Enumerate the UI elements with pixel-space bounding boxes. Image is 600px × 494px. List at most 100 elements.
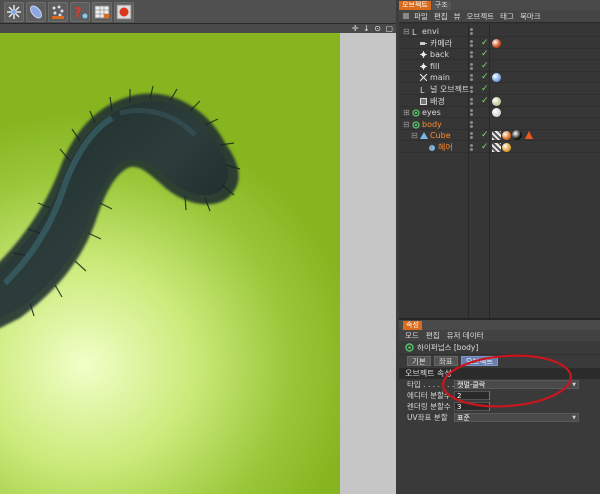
object-row-5[interactable]: main ✓: [399, 72, 600, 84]
menu-user-data[interactable]: 유저 데이터: [447, 330, 484, 341]
svg-text:?: ?: [74, 6, 82, 21]
visibility-dots-icon[interactable]: [470, 62, 480, 71]
object-name: envi: [422, 27, 439, 36]
visibility-dots-icon[interactable]: [470, 109, 480, 117]
enabled-check-icon[interactable]: ✓: [481, 61, 489, 72]
object-row-8[interactable]: ⊞ eyes: [399, 107, 600, 119]
menu-view[interactable]: 뷰: [454, 11, 461, 22]
object-row-2[interactable]: 카메라 ✓: [399, 38, 600, 49]
menu-file[interactable]: 파일: [414, 11, 428, 22]
null-icon: L: [412, 28, 419, 37]
visibility-dots-icon[interactable]: [470, 120, 480, 129]
object-name: body: [422, 119, 442, 129]
enabled-check-icon[interactable]: ✓: [481, 72, 489, 83]
object-name: back: [430, 50, 450, 60]
deformer-tool-icon[interactable]: [4, 2, 24, 22]
uv-dropdown[interactable]: 표준: [454, 413, 579, 422]
tag-icon[interactable]: [512, 130, 522, 141]
tree-toggle-icon[interactable]: ⊟: [403, 26, 410, 37]
object-row-9[interactable]: ⊟ body: [399, 119, 600, 130]
object-row-4[interactable]: fill ✓: [399, 61, 600, 72]
viewport-3d[interactable]: [0, 33, 340, 494]
primitive-capsule-icon[interactable]: [26, 2, 46, 22]
object-row-10[interactable]: ⊟ Cube ✓: [399, 130, 600, 142]
tab-basic[interactable]: 기본: [407, 356, 431, 366]
attributes-header: 속성: [399, 320, 600, 330]
object-name: Cube: [430, 131, 451, 141]
object-manager-menu: 파일 편집 뷰 오브젝트 태그 북마크: [399, 10, 600, 23]
enabled-check-icon[interactable]: ✓: [481, 142, 489, 153]
particle-emitter-icon[interactable]: [48, 2, 68, 22]
hypernurbs-icon: [405, 343, 414, 352]
tag-icon[interactable]: [492, 131, 501, 141]
tag-icon[interactable]: [492, 108, 501, 118]
tag-icon[interactable]: [502, 131, 511, 141]
enabled-check-icon[interactable]: ✓: [481, 49, 489, 60]
viewport-margin: [340, 33, 398, 494]
svg-text:L: L: [412, 28, 417, 35]
object-row-6[interactable]: L 널 오브젝트 ✓: [399, 84, 600, 95]
enabled-check-icon[interactable]: ✓: [481, 130, 489, 141]
enabled-check-icon[interactable]: ✓: [481, 96, 489, 107]
object-name: 카메라: [430, 38, 453, 48]
prop-label: UV좌표 분할: [407, 413, 448, 422]
svg-text:?: ?: [430, 146, 433, 153]
null-icon: L: [420, 86, 427, 95]
tag-icon[interactable]: [525, 131, 533, 140]
tree-toggle-icon[interactable]: ⊞: [403, 107, 410, 118]
object-name: eyes: [422, 108, 441, 118]
tag-icon[interactable]: [492, 96, 501, 106]
object-row-1[interactable]: ⊟ Lenvi: [399, 26, 600, 37]
visibility-dots-icon[interactable]: [470, 86, 480, 94]
visibility-dots-icon[interactable]: [470, 132, 480, 140]
object-manager-tabs: 오브젝트 구조: [399, 0, 600, 10]
hair-icon: ?: [428, 144, 435, 153]
render-view-icon[interactable]: [114, 2, 134, 22]
tree-toggle-icon[interactable]: ⊟: [411, 130, 418, 141]
object-row-11[interactable]: ? 헤어 ✓: [399, 142, 600, 153]
visibility-dots-icon[interactable]: [470, 144, 480, 152]
viewport-nav-icons[interactable]: ✛ ↓ ⊙ ▢: [352, 24, 394, 33]
visibility-dots-icon[interactable]: [470, 51, 480, 59]
object-name: 헤어: [438, 143, 453, 152]
object-row-3[interactable]: back ✓: [399, 49, 600, 61]
tab-attributes[interactable]: 속성: [403, 320, 422, 330]
tag-icon[interactable]: [492, 143, 501, 152]
object-row-7[interactable]: 배경 ✓: [399, 96, 600, 107]
svg-text:L: L: [420, 86, 425, 93]
tree-toggle-icon[interactable]: ⊟: [403, 119, 410, 130]
prop-uv-subdivision: UV좌표 분할 표준: [399, 412, 600, 423]
furry-body-render: [0, 85, 241, 328]
light-icon: [420, 62, 427, 70]
panel-menu-icon[interactable]: [403, 13, 409, 19]
light-icon: [420, 51, 427, 59]
tag-icon[interactable]: [492, 73, 501, 83]
render-region-icon[interactable]: [92, 2, 112, 22]
menu-mode[interactable]: 모드: [405, 330, 419, 341]
menu-edit[interactable]: 편집: [434, 11, 448, 22]
visibility-dots-icon[interactable]: [470, 74, 480, 82]
menu-bookmarks[interactable]: 북마크: [520, 11, 541, 22]
hypernurbs-icon: [412, 121, 420, 129]
attributes-menu: 모드 편집 유저 데이터: [399, 330, 600, 341]
menu-objects[interactable]: 오브젝트: [467, 11, 495, 22]
tag-icon[interactable]: [492, 38, 501, 48]
spot-light-icon: [419, 74, 428, 82]
hypernurbs-icon: [412, 109, 420, 117]
camera-icon: [420, 40, 427, 47]
object-name: 널 오브젝트: [430, 85, 470, 94]
annotation-circle: [442, 354, 572, 408]
object-name: 배경: [430, 96, 445, 106]
menu-edit-attr[interactable]: 편집: [426, 330, 440, 341]
hair-tool-icon[interactable]: ?: [70, 2, 90, 22]
visibility-dots-icon[interactable]: [470, 28, 480, 36]
object-name: main: [430, 73, 450, 83]
menu-tags[interactable]: 태그: [500, 11, 514, 22]
visibility-dots-icon[interactable]: [470, 97, 480, 106]
enabled-check-icon[interactable]: ✓: [481, 84, 489, 95]
visibility-dots-icon[interactable]: [470, 39, 480, 48]
enabled-check-icon[interactable]: ✓: [481, 38, 489, 49]
tab-structure[interactable]: 구조: [431, 1, 451, 10]
tag-icon[interactable]: [502, 143, 511, 152]
tab-objects[interactable]: 오브젝트: [399, 1, 431, 10]
